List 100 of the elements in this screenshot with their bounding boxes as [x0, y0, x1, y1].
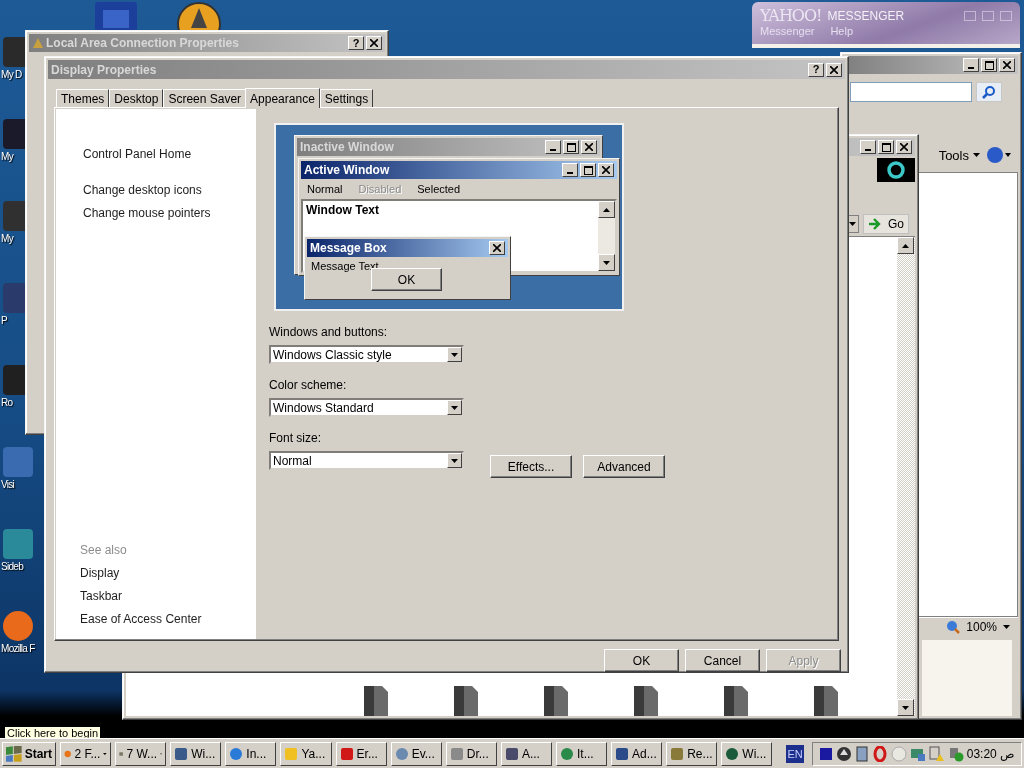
- maximize-icon: [984, 60, 994, 70]
- taskbar-button[interactable]: It...: [556, 741, 608, 766]
- dropdown[interactable]: Normal: [269, 451, 464, 470]
- ring-icon[interactable]: [871, 745, 888, 762]
- scroll-up-button[interactable]: [598, 201, 615, 218]
- down-arrow-icon: [103, 751, 108, 756]
- taskbar-button[interactable]: Dr...: [445, 741, 497, 766]
- window-title: Display Properties: [51, 62, 158, 77]
- scrollbar[interactable]: [897, 237, 915, 716]
- app-icon: [284, 746, 299, 761]
- maximize-icon: [881, 142, 891, 152]
- help-icon[interactable]: [986, 146, 1012, 164]
- taskbar-button[interactable]: Re...: [666, 741, 718, 766]
- down-arrow-icon: [902, 705, 909, 710]
- down-arrow-icon: [451, 458, 458, 463]
- tools-menu[interactable]: Tools: [936, 147, 982, 163]
- taskbar-button[interactable]: Ad...: [611, 741, 663, 766]
- help-button[interactable]: ?: [808, 62, 824, 77]
- close-icon: [493, 244, 501, 252]
- app-icon: [394, 746, 409, 761]
- sidebar-link[interactable]: Change desktop icons: [83, 179, 256, 202]
- start-button[interactable]: Start: [2, 741, 56, 766]
- scroll-down-button[interactable]: [897, 699, 914, 716]
- down-arrow-icon: [451, 352, 458, 357]
- arrow-icon: [868, 218, 882, 230]
- search-button[interactable]: [976, 82, 1002, 102]
- app-icon: [670, 746, 685, 761]
- sidebar-link[interactable]: Display: [80, 562, 256, 585]
- messenger-logo: YAHOO!: [760, 6, 822, 25]
- dropdown[interactable]: Windows Standard: [269, 398, 464, 417]
- dialog-button[interactable]: Cancel: [685, 649, 760, 672]
- close-icon: [1003, 61, 1011, 69]
- help-button[interactable]: ?: [348, 36, 364, 50]
- sidebar-link[interactable]: Change mouse pointers: [83, 202, 256, 225]
- dialog-button[interactable]: OK: [604, 649, 679, 672]
- cone-icon: [177, 2, 221, 30]
- maximize-icon: [566, 142, 576, 152]
- document-icon: [452, 684, 480, 716]
- maximize-icon: [583, 165, 593, 175]
- up-arrow-icon: [902, 243, 909, 248]
- close-icon: [585, 143, 593, 151]
- taskbar-button[interactable]: 2 F...: [60, 741, 112, 766]
- window-title: Message Box: [310, 241, 388, 255]
- search-field[interactable]: [850, 82, 972, 102]
- sidebar-link[interactable]: Taskbar: [80, 585, 256, 608]
- tab[interactable]: Settings: [319, 89, 374, 107]
- document-icon: [812, 684, 840, 716]
- app-icon: [504, 746, 519, 761]
- desktop-icon-label: Ro: [1, 397, 13, 408]
- app-icon: [229, 746, 244, 761]
- scroll-down-button[interactable]: [598, 254, 615, 271]
- app-icon: [560, 746, 574, 761]
- language-indicator[interactable]: EN: [786, 744, 804, 763]
- app-icon: [449, 746, 464, 761]
- up-arrow-icon: [603, 207, 610, 212]
- square-icon[interactable]: [818, 746, 833, 761]
- ok-button[interactable]: OK: [371, 268, 442, 291]
- taskbar-button[interactable]: Ya...: [280, 741, 332, 766]
- down-arrow-icon: [1003, 625, 1010, 629]
- field-label: Color scheme:: [269, 378, 348, 392]
- down-arrow-icon: [603, 260, 610, 265]
- taskbar-button[interactable]: Ev...: [390, 741, 442, 766]
- tab[interactable]: Desktop: [109, 89, 164, 107]
- action-button[interactable]: Effects...: [490, 455, 572, 478]
- window-text: Window Text: [306, 203, 379, 217]
- taskbar-button[interactable]: Er...: [335, 741, 387, 766]
- go-button[interactable]: Go: [863, 214, 909, 234]
- app-icon: [174, 746, 189, 761]
- close-icon: [370, 39, 378, 47]
- eject-icon[interactable]: [835, 745, 852, 762]
- zoom-level[interactable]: 100%: [966, 620, 997, 634]
- desktop-icon-label: My: [1, 233, 13, 244]
- sidebar-link[interactable]: Control Panel Home: [83, 143, 256, 166]
- down-arrow-icon: [973, 153, 980, 157]
- taskbar-button[interactable]: A...: [500, 741, 552, 766]
- taskbar-button[interactable]: Wi...: [721, 741, 773, 766]
- desktop-icon-label: P: [1, 315, 7, 326]
- section-heading: See also: [80, 542, 128, 559]
- tab[interactable]: Themes: [56, 89, 110, 107]
- desktop-icon-label: My: [1, 151, 13, 162]
- close-icon: [830, 65, 838, 74]
- down-arrow-icon: [451, 405, 458, 410]
- document-icon[interactable]: [854, 745, 869, 762]
- app-icon: [615, 746, 630, 761]
- tab[interactable]: Screen Saver: [163, 89, 247, 107]
- sidebar-link[interactable]: Ease of Access Center: [80, 608, 256, 631]
- taskbar-button[interactable]: 7 W...: [115, 741, 167, 766]
- desktop-icon-label: Mozilla F: [1, 643, 35, 654]
- action-button[interactable]: Advanced: [583, 455, 665, 478]
- document-icon: [632, 684, 660, 716]
- taskbar-button[interactable]: In...: [225, 741, 277, 766]
- close-icon: [602, 166, 610, 174]
- down-arrow-icon: [849, 222, 857, 226]
- scroll-up-button[interactable]: [897, 237, 914, 254]
- close-icon: [900, 143, 908, 151]
- flag-icon: [6, 745, 22, 762]
- tab[interactable]: Appearance: [245, 88, 320, 108]
- clock[interactable]: 03:20 ص: [966, 746, 1016, 761]
- dropdown[interactable]: Windows Classic style: [269, 345, 464, 364]
- taskbar-button[interactable]: Wi...: [170, 741, 222, 766]
